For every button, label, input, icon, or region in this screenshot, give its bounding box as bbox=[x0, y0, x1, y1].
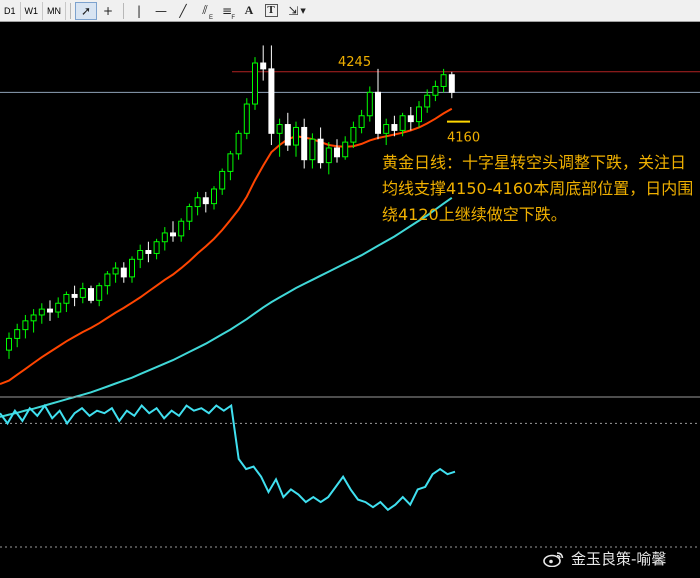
candle-body bbox=[30, 314, 37, 322]
candle-body bbox=[399, 115, 406, 131]
chart-background bbox=[0, 22, 700, 578]
candle-body bbox=[252, 62, 258, 105]
candle-body bbox=[227, 153, 234, 172]
candle-body bbox=[129, 258, 135, 278]
candle-body bbox=[178, 220, 185, 237]
candle-body bbox=[202, 197, 209, 205]
candle-body bbox=[325, 147, 332, 164]
candle-body bbox=[383, 124, 390, 134]
candle-body bbox=[334, 147, 340, 158]
support-label: 4160 bbox=[447, 131, 480, 146]
candle-body bbox=[448, 74, 455, 93]
candle-body bbox=[358, 115, 365, 128]
candle-body bbox=[161, 232, 168, 243]
candle-body bbox=[432, 85, 439, 96]
candle-body bbox=[22, 320, 29, 331]
candle-body bbox=[112, 267, 119, 275]
candle-body bbox=[284, 124, 291, 146]
candle-body bbox=[63, 293, 70, 304]
candle-body bbox=[301, 126, 308, 161]
candle-body bbox=[6, 337, 12, 351]
candle-body bbox=[104, 273, 111, 287]
candle-body bbox=[243, 103, 250, 134]
candle-body bbox=[88, 288, 94, 301]
candle-body bbox=[407, 115, 414, 123]
candle-body bbox=[366, 91, 373, 117]
candle-body bbox=[71, 293, 78, 298]
candle-body bbox=[219, 170, 226, 190]
resistance-label: 4245 bbox=[338, 55, 371, 70]
candle-body bbox=[268, 68, 275, 134]
candle-body bbox=[186, 206, 193, 222]
price-chart[interactable]: 4245 4160 bbox=[0, 0, 700, 578]
candle-body bbox=[120, 267, 127, 278]
candle-body bbox=[375, 91, 381, 134]
candle-body bbox=[194, 197, 201, 208]
candle-body bbox=[38, 308, 45, 316]
candle-body bbox=[276, 124, 283, 134]
candle-body bbox=[14, 329, 21, 339]
watermark: 金玉良策-喻馨 bbox=[543, 548, 666, 569]
candle-body bbox=[96, 285, 103, 301]
candle-body bbox=[55, 302, 62, 313]
candle-body bbox=[309, 138, 316, 161]
candle-body bbox=[153, 241, 160, 254]
candle-body bbox=[391, 124, 398, 131]
candle-body bbox=[440, 74, 447, 87]
candle-body bbox=[170, 232, 176, 237]
candle-body bbox=[416, 106, 422, 123]
analysis-annotation: 黄金日线：十字星转空头调整下跌，关注日均线支撑4150-4160本周底部位置，日… bbox=[382, 153, 694, 224]
candle-body bbox=[317, 138, 324, 164]
candle-body bbox=[145, 250, 152, 254]
candle-body bbox=[424, 94, 431, 108]
candle-body bbox=[342, 141, 349, 158]
weibo-logo-icon bbox=[543, 551, 564, 567]
candle-body bbox=[79, 288, 86, 298]
candle-body bbox=[47, 308, 53, 313]
candle-body bbox=[235, 132, 242, 155]
watermark-text: 金玉良策-喻馨 bbox=[571, 550, 667, 568]
candle-body bbox=[350, 126, 357, 143]
candle-body bbox=[260, 62, 267, 70]
candle-body bbox=[137, 250, 144, 260]
candle-body bbox=[293, 126, 299, 146]
candle-body bbox=[211, 188, 217, 205]
